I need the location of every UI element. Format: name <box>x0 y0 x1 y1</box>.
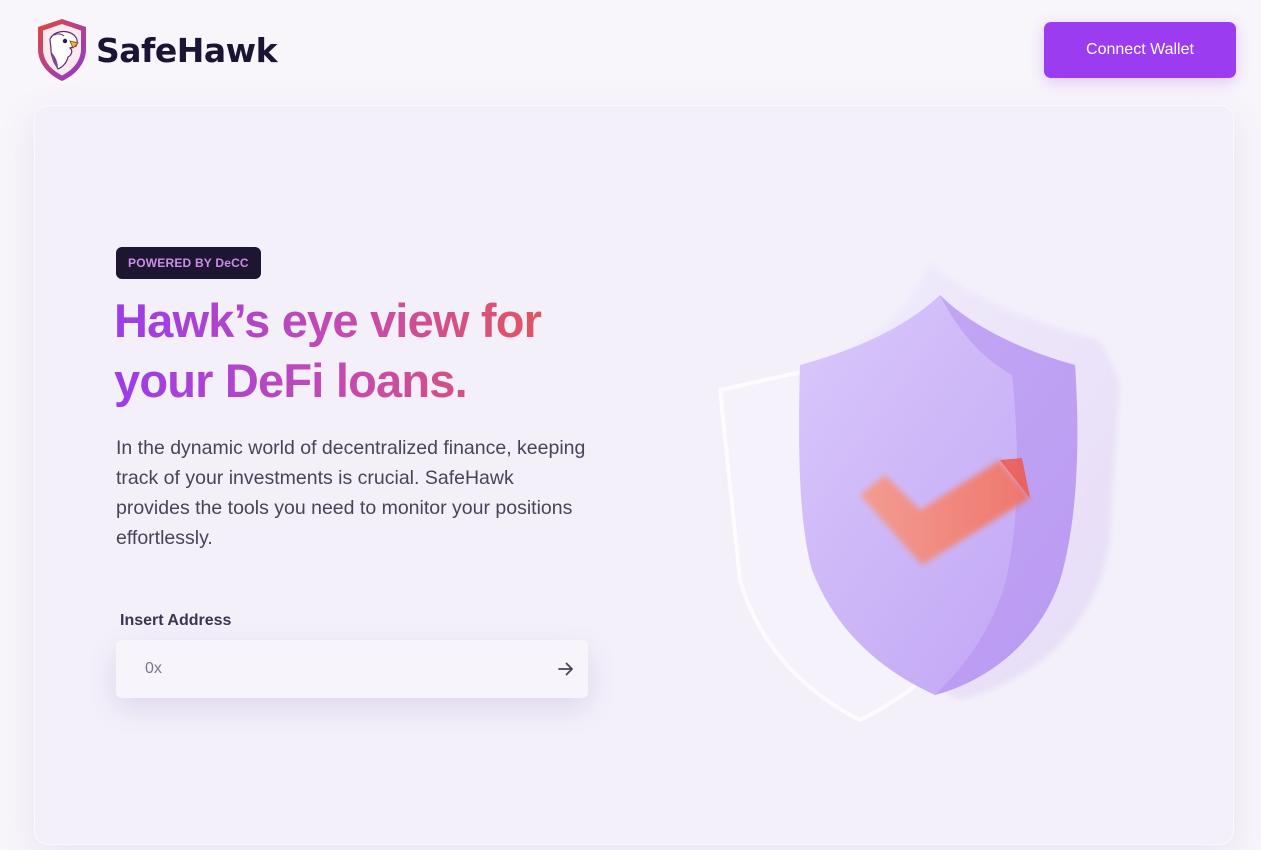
powered-by-badge: POWERED BY DeCC <box>116 247 261 279</box>
address-input[interactable] <box>116 640 544 698</box>
headline-line-2: your DeFi loans. <box>114 354 467 407</box>
hero-headline: Hawk’s eye view for your DeFi loans. <box>114 291 634 411</box>
connect-wallet-button[interactable]: Connect Wallet <box>1044 22 1236 78</box>
arrow-right-icon <box>558 662 573 676</box>
submit-address-button[interactable] <box>544 640 588 698</box>
shield-check-icon <box>717 262 1120 723</box>
top-navbar: SafeHawk Connect Wallet <box>0 0 1261 100</box>
hawk-shield-logo-icon <box>38 19 86 81</box>
headline-line-1: Hawk’s eye view for <box>114 294 542 347</box>
brand-name: SafeHawk <box>96 30 278 70</box>
address-field-label: Insert Address <box>120 612 232 629</box>
address-form <box>116 640 588 698</box>
hero-description: In the dynamic world of decentralized fi… <box>116 437 586 549</box>
brand-logo[interactable]: SafeHawk <box>34 17 278 83</box>
